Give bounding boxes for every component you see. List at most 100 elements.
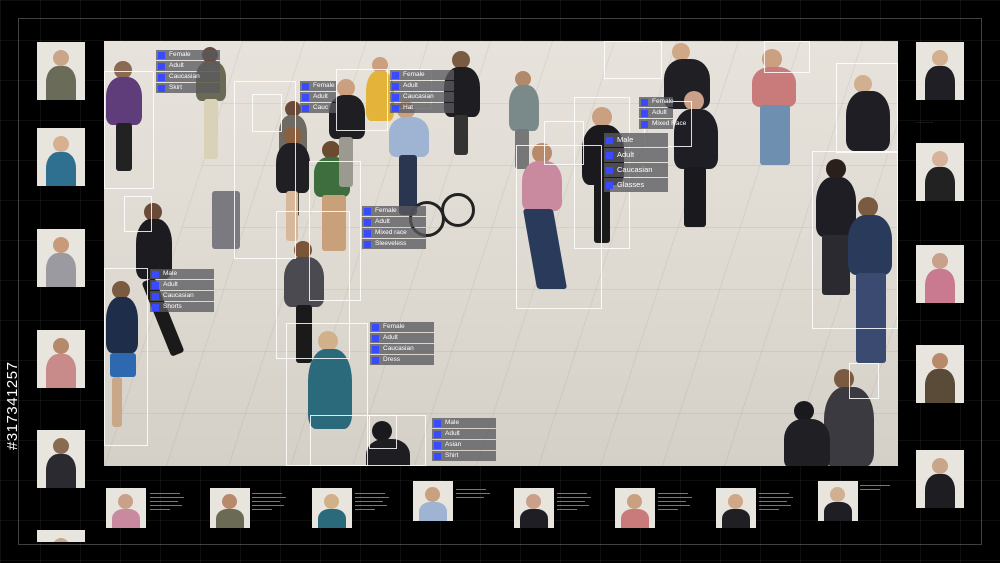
tag-marker-icon	[152, 292, 159, 300]
tag: Adult	[604, 148, 668, 162]
tag-marker-icon	[641, 98, 648, 106]
tag-marker-icon	[372, 345, 379, 353]
tag-marker-icon	[372, 334, 379, 342]
thumbnail[interactable]	[37, 42, 85, 100]
tag-marker-icon	[364, 218, 371, 226]
thumbnail[interactable]	[916, 245, 964, 303]
detection-tags: Male Adult Caucasian Shorts	[150, 269, 214, 313]
tag: Female	[390, 70, 454, 80]
detection-tags: Female Adult Caucasian Skirt	[156, 50, 220, 94]
tag: Adult	[390, 81, 454, 91]
thumbnail[interactable]	[37, 128, 85, 186]
face-thumbnail[interactable]	[818, 481, 858, 521]
tag-marker-icon	[302, 82, 309, 90]
tag: Adult	[639, 108, 673, 118]
tag-marker-icon	[606, 166, 613, 174]
face-info-text	[557, 490, 595, 530]
face-thumbnail[interactable]	[210, 488, 250, 528]
detection-box[interactable]	[836, 63, 898, 153]
camera-feed: Female Adult Caucasian Skirt Female Adul…	[104, 41, 898, 466]
tag: Sleeveless	[362, 239, 426, 249]
detection-tags: Female Adult Caucasian Hat	[390, 70, 454, 114]
tag: Female	[639, 97, 674, 107]
detection-tags: Female Adult Mixed Race	[639, 97, 686, 130]
face-thumbnail[interactable]	[413, 481, 453, 521]
tag-marker-icon	[302, 93, 309, 101]
tag: Female	[362, 206, 426, 216]
thumbnail[interactable]	[37, 330, 85, 388]
face-info-text	[759, 490, 797, 530]
tag: Caucasian	[156, 72, 220, 82]
tag: Male	[150, 269, 214, 279]
tag-marker-icon	[158, 73, 165, 81]
detection-tags: Male Adult Caucasian Glasses	[604, 133, 668, 193]
detection-box[interactable]	[764, 41, 810, 73]
face-thumbnail[interactable]	[106, 488, 146, 528]
face-info-text	[252, 490, 290, 530]
tag: Female	[156, 50, 220, 60]
tag: Dress	[370, 355, 434, 365]
tag: Shirt	[432, 451, 496, 461]
tag-marker-icon	[372, 323, 379, 331]
thumbnail[interactable]	[916, 345, 964, 403]
tag: Female	[370, 322, 434, 332]
tag-marker-icon	[392, 71, 399, 79]
thumbnail[interactable]	[37, 530, 85, 542]
face-thumbnail[interactable]	[312, 488, 352, 528]
thumbnail[interactable]	[37, 229, 85, 287]
tag: Glasses	[604, 178, 668, 192]
detection-box[interactable]	[104, 268, 148, 446]
tag: Female	[300, 81, 336, 91]
detection-box[interactable]	[812, 151, 898, 329]
face-detection-box[interactable]	[124, 196, 152, 232]
detection-box[interactable]	[310, 415, 426, 466]
tag-marker-icon	[158, 62, 165, 70]
tag: Adult	[362, 217, 426, 227]
tag-marker-icon	[392, 93, 399, 101]
tag-marker-icon	[434, 441, 441, 449]
detection-tags: Female Adult Caucasian Dress	[370, 322, 434, 366]
face-thumbnail[interactable]	[716, 488, 756, 528]
detection-box[interactable]	[604, 41, 662, 79]
tag-marker-icon	[434, 419, 441, 427]
tag-marker-icon	[158, 84, 165, 92]
tag: Skirt	[156, 83, 220, 93]
thumbnail[interactable]	[916, 450, 964, 508]
detection-tags: Female Adult Cauc	[300, 81, 336, 114]
thumbnail-caption: ·············	[916, 120, 934, 125]
tag-marker-icon	[606, 151, 613, 159]
detection-tags: Male Adult Asian Shirt	[432, 418, 496, 462]
face-info-text	[355, 490, 393, 530]
face-info-text	[150, 490, 188, 530]
face-thumbnail[interactable]	[514, 488, 554, 528]
face-detection-box[interactable]	[252, 94, 282, 132]
tag: Adult	[370, 333, 434, 343]
face-detection-box[interactable]	[369, 415, 397, 449]
tag: Adult	[432, 429, 496, 439]
tag: Mixed Race	[639, 119, 686, 129]
tag-marker-icon	[641, 120, 648, 128]
face-thumbnail[interactable]	[615, 488, 655, 528]
tag: Shorts	[150, 302, 214, 312]
tag-marker-icon	[606, 136, 613, 144]
detection-box[interactable]	[104, 71, 154, 189]
thumbnail[interactable]	[916, 42, 964, 100]
tag-marker-icon	[641, 109, 648, 117]
thumbnail[interactable]	[37, 430, 85, 488]
thumbnail[interactable]	[916, 143, 964, 201]
face-info-text	[658, 490, 696, 530]
face-detection-box[interactable]	[544, 121, 584, 165]
tag: Mixed race	[362, 228, 426, 238]
tag: Adult	[156, 61, 220, 71]
tag-marker-icon	[152, 281, 159, 289]
tag: Hat	[390, 103, 454, 113]
tag: Caucasian	[390, 92, 454, 102]
tag: Adult	[150, 280, 214, 290]
tag-marker-icon	[302, 104, 309, 112]
face-info-text	[456, 486, 494, 526]
tag-marker-icon	[606, 181, 613, 189]
face-detection-box[interactable]	[849, 363, 879, 399]
tag: Adult	[300, 92, 336, 102]
detection-box[interactable]	[336, 69, 388, 131]
tag-marker-icon	[392, 104, 399, 112]
